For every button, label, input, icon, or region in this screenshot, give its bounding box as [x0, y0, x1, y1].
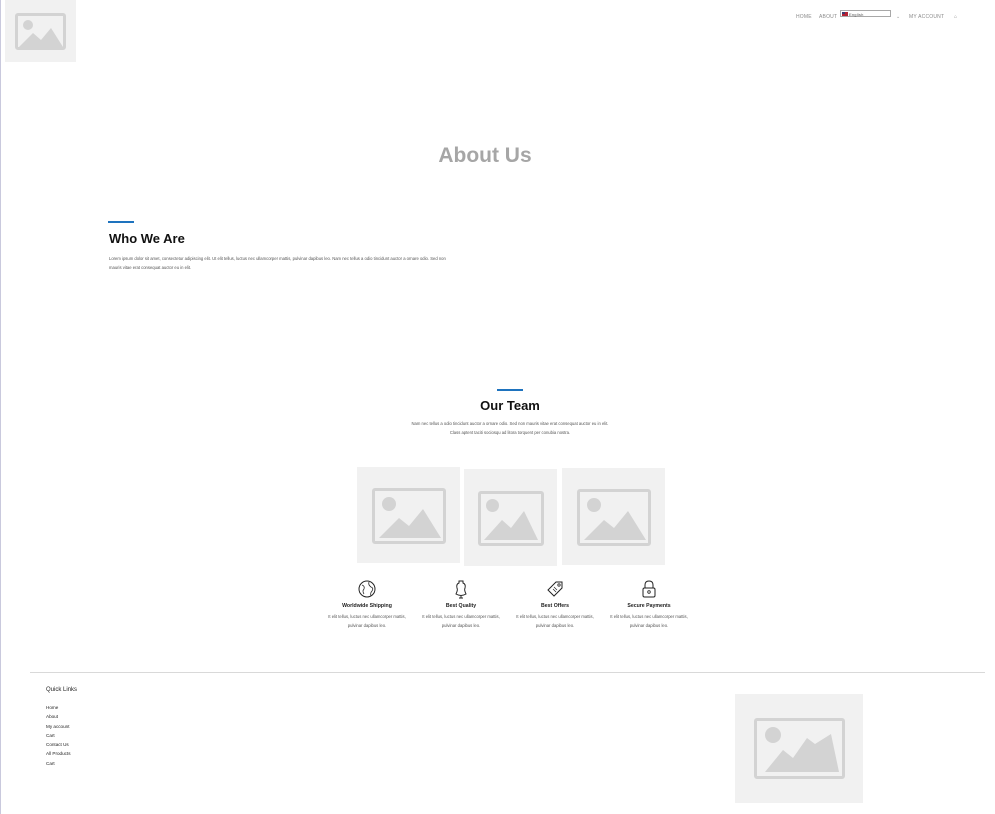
who-we-are-heading: Who We Are: [109, 231, 185, 246]
our-team-text-line-1: Nam nec tellus a odio tincidunt auctor a…: [411, 421, 609, 426]
cart-icon[interactable]: ⌂: [954, 14, 957, 20]
quick-link-all-products[interactable]: All Products: [46, 749, 71, 758]
page-title: About Us: [438, 144, 532, 167]
feature-title: Secure Payments: [627, 603, 671, 609]
quick-link-cart[interactable]: Cart: [46, 759, 71, 768]
dress-form-icon: [455, 580, 467, 599]
quick-link-cart[interactable]: Cart: [46, 731, 71, 740]
our-team-text-line-2: Class aptent taciti sociosqu ad litora t…: [449, 430, 571, 435]
feature-best-quality: Best Quality It elit tellus, luctus nec …: [417, 579, 505, 630]
our-team-accent-line: [497, 389, 523, 391]
feature-text: It elit tellus, luctus nec ullamcorper m…: [516, 614, 594, 628]
feature-title: Best Offers: [541, 603, 569, 609]
feature-title: Worldwide Shipping: [342, 603, 392, 609]
feature-secure-payments: Secure Payments It elit tellus, luctus n…: [605, 579, 693, 630]
feature-text: It elit tellus, luctus nec ullamcorper m…: [328, 614, 406, 628]
globe-icon: [358, 580, 376, 598]
team-member-image[interactable]: [357, 467, 460, 563]
quick-links-list: Home About My account Cart Contact Us Al…: [46, 703, 71, 768]
nav-home[interactable]: HOME: [796, 14, 812, 20]
quick-link-my-account[interactable]: My account: [46, 722, 71, 731]
footer-divider: [30, 672, 985, 673]
language-selector[interactable]: English: [840, 10, 891, 17]
site-logo-image[interactable]: [5, 0, 76, 62]
quick-link-contact-us[interactable]: Contact Us: [46, 740, 71, 749]
chevron-down-icon[interactable]: ⌄: [896, 14, 900, 20]
us-flag-icon: [842, 12, 848, 16]
our-team-heading: Our Team: [480, 398, 540, 413]
feature-worldwide-shipping: Worldwide Shipping It elit tellus, luctu…: [323, 579, 411, 630]
padlock-icon: [642, 580, 656, 598]
quick-link-about[interactable]: About: [46, 712, 71, 721]
feature-text: It elit tellus, luctus nec ullamcorper m…: [422, 614, 500, 628]
feature-title: Best Quality: [445, 603, 477, 609]
nav-about[interactable]: ABOUT: [819, 14, 837, 20]
team-member-image[interactable]: [464, 469, 557, 566]
who-we-are-accent-line: [108, 221, 134, 223]
language-selector-value: English: [849, 12, 864, 17]
price-tag-icon: [547, 581, 563, 597]
quick-link-home[interactable]: Home: [46, 703, 71, 712]
footer-image[interactable]: [735, 694, 863, 803]
who-we-are-text: Lorem ipsum dolor sit amet, consectetur …: [109, 256, 446, 270]
feature-text: It elit tellus, luctus nec ullamcorper m…: [610, 614, 688, 628]
feature-best-offers: Best Offers It elit tellus, luctus nec u…: [511, 579, 599, 630]
team-member-image[interactable]: [562, 468, 665, 565]
nav-my-account[interactable]: MY ACCOUNT: [909, 14, 944, 20]
quick-links-title: Quick Links: [46, 687, 78, 693]
